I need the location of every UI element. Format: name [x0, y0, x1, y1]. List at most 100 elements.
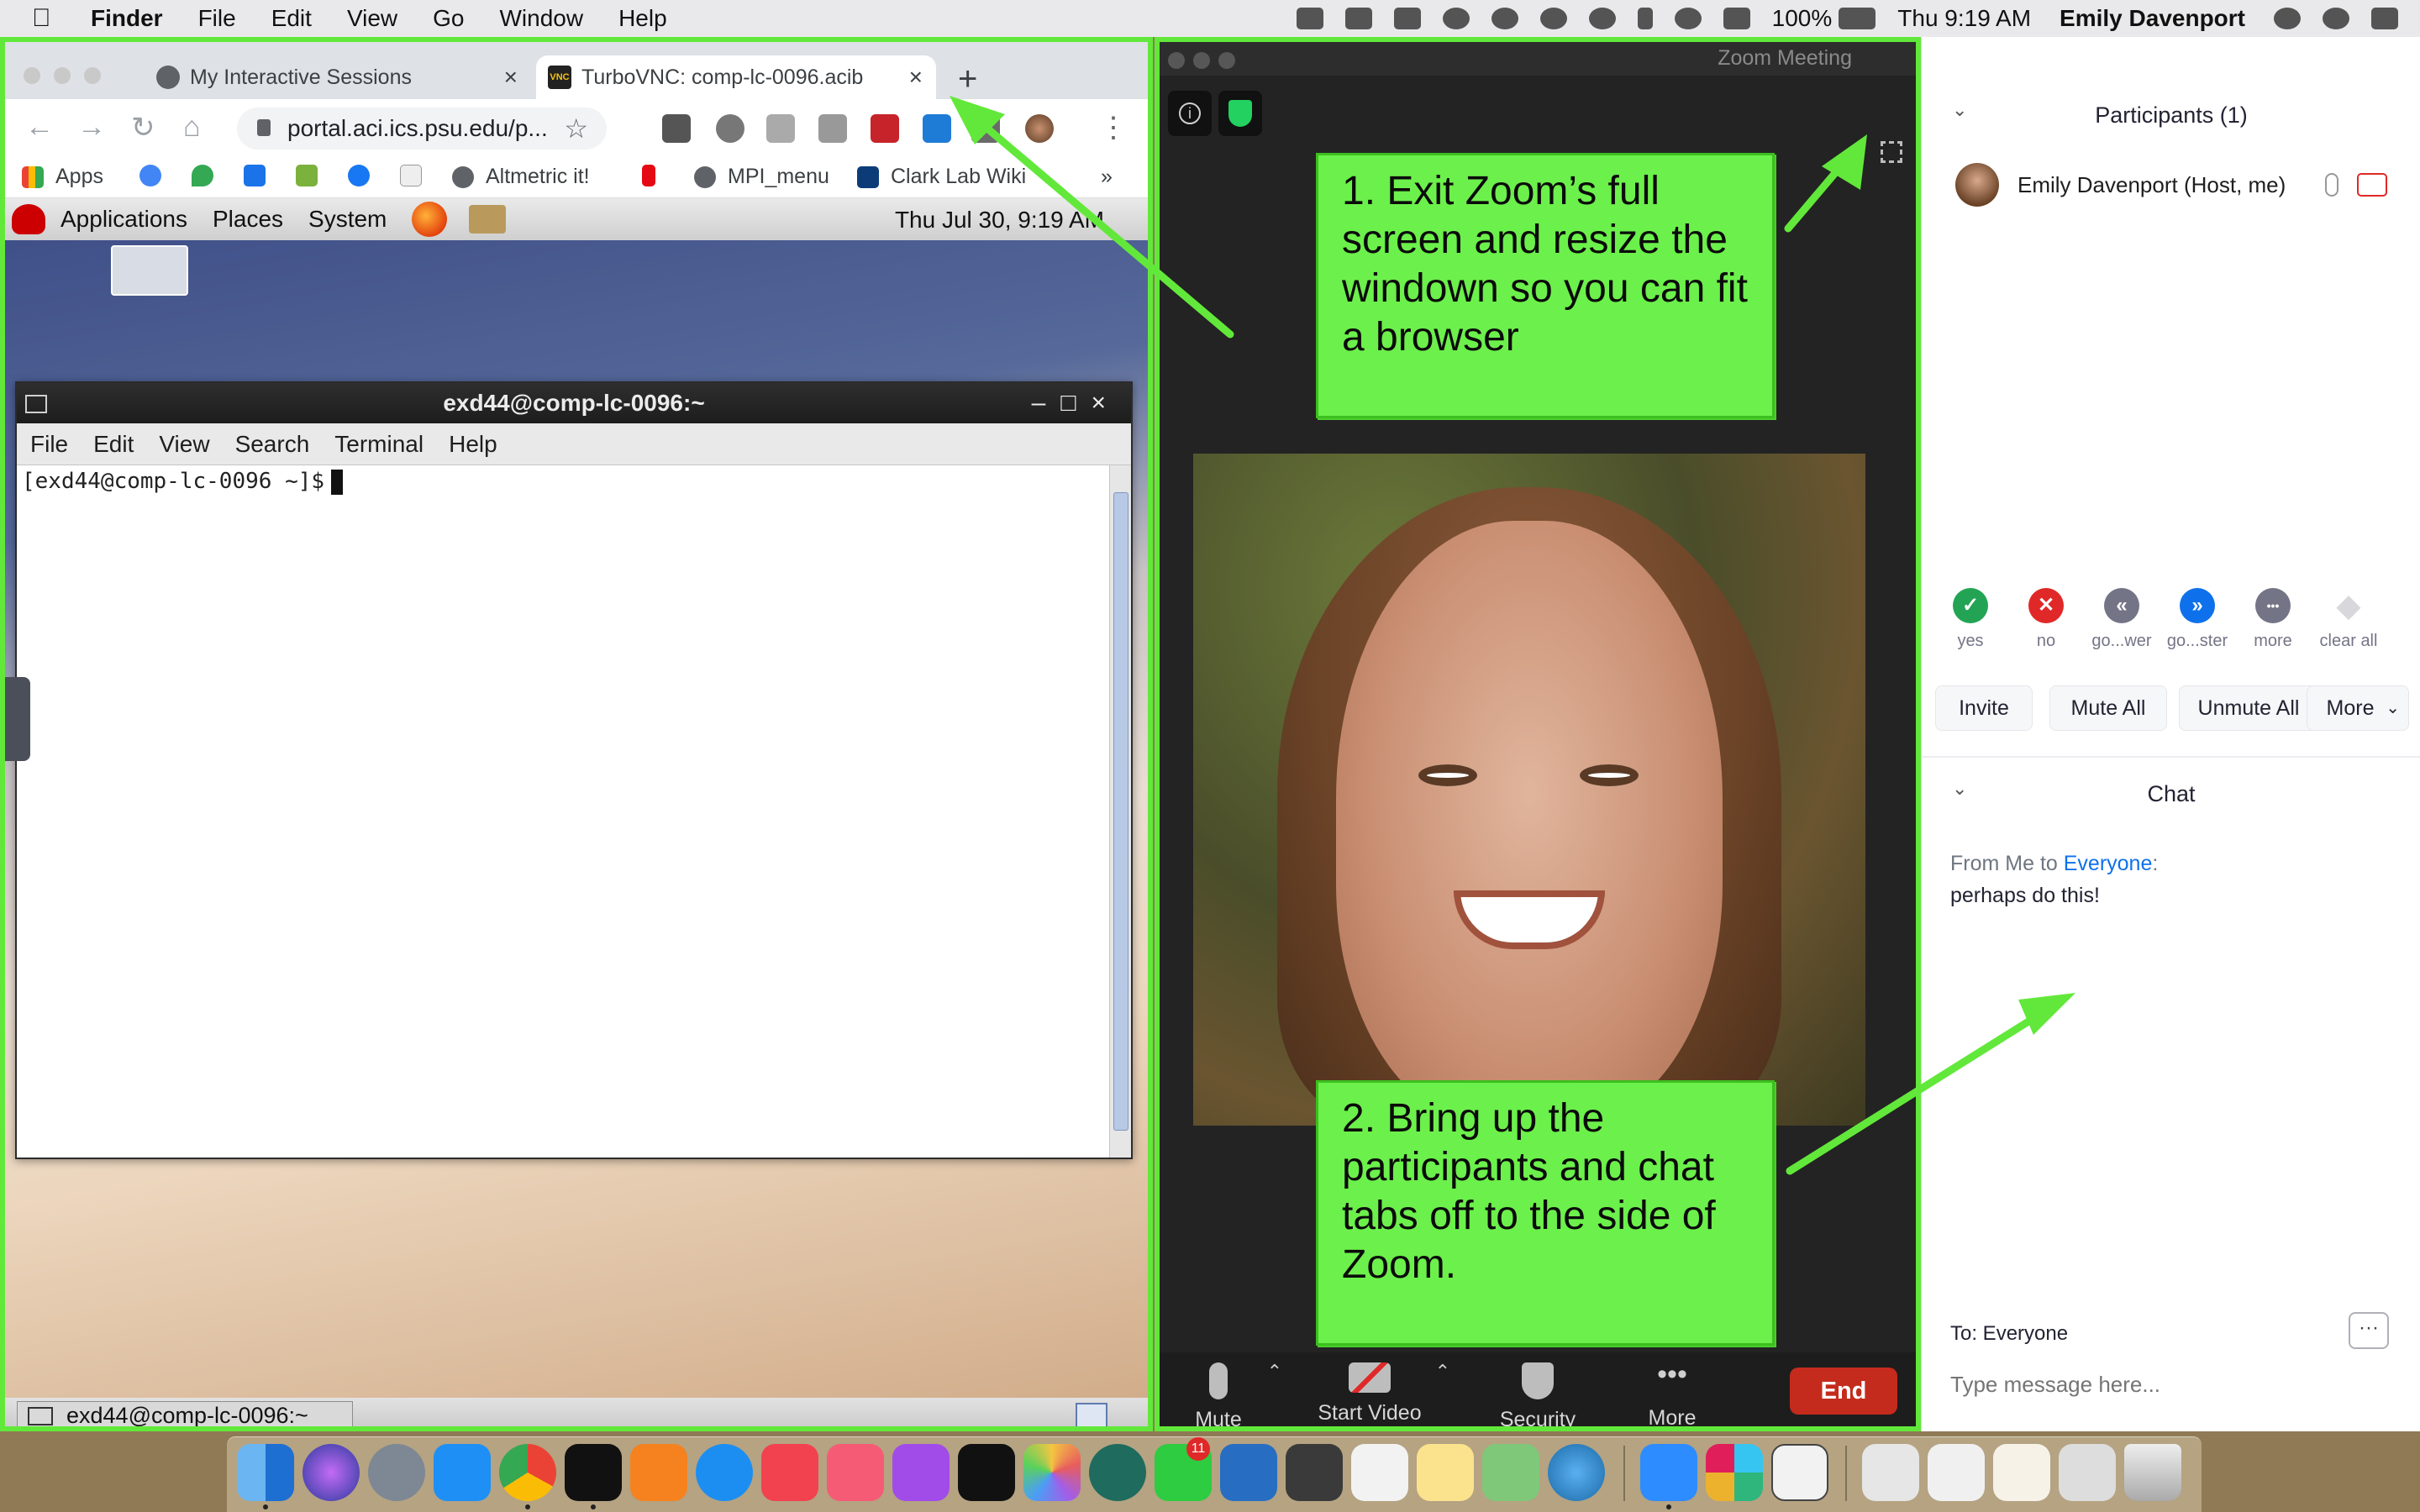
profile-avatar[interactable] [1025, 114, 1054, 143]
invite-button[interactable]: Invite [1935, 685, 2033, 731]
end-meeting-button[interactable]: End [1790, 1368, 1897, 1415]
terminal-menu-edit[interactable]: Edit [93, 431, 134, 458]
volume-icon[interactable] [1723, 8, 1750, 29]
terminal-scrollbar[interactable] [1109, 465, 1131, 1158]
extension-icon[interactable] [716, 114, 744, 143]
terminal-window-buttons[interactable]: –□× [1032, 383, 1121, 423]
terminal-menu-file[interactable]: File [30, 431, 68, 458]
address-bar[interactable]: portal.aci.ics.psu.edu/p... ☆ [237, 108, 607, 150]
chat-more-button[interactable]: ··· [2349, 1312, 2389, 1349]
apple-logo-icon[interactable]:  [32, 4, 66, 33]
mail-launcher-icon[interactable] [469, 205, 507, 234]
firefox-icon[interactable] [412, 202, 448, 237]
vnc-side-panel-handle[interactable] [5, 677, 30, 761]
window-minimize-button[interactable] [54, 67, 71, 84]
more-dropdown-button[interactable]: More ⌄ [2307, 685, 2409, 731]
zoom-app-icon[interactable] [1640, 1444, 1697, 1501]
new-tab-button[interactable]: + [958, 60, 977, 98]
photos-icon[interactable] [1023, 1444, 1081, 1501]
reaction-more[interactable]: ••• more [2239, 588, 2307, 651]
music-icon[interactable] [827, 1444, 884, 1501]
notification-center-icon[interactable] [2371, 8, 2398, 29]
computer-desktop-icon[interactable] [111, 245, 188, 296]
siri-icon[interactable] [2323, 8, 2349, 29]
terminal-app-icon[interactable] [565, 1444, 622, 1501]
document-stack-icon[interactable] [1928, 1444, 1985, 1501]
bookmark-maps[interactable] [192, 165, 225, 186]
menu-app-name[interactable]: Finder [91, 5, 163, 32]
chevron-up-icon[interactable]: ⌃ [1267, 1361, 1282, 1383]
bbedit-icon[interactable] [1771, 1444, 1828, 1501]
terminal-window[interactable]: exd44@comp-lc-0096:~ –□× File Edit View … [15, 381, 1133, 1159]
menu-help[interactable]: Help [618, 5, 667, 32]
drive-extension-icon[interactable] [818, 114, 847, 143]
encryption-shield-icon[interactable] [1218, 91, 1262, 136]
reaction-no[interactable]: ✕ no [2012, 588, 2080, 651]
acrobat-tray-icon[interactable] [1344, 8, 1372, 29]
reaction-yes[interactable]: ✓ yes [1937, 588, 2004, 651]
podcasts-icon[interactable] [892, 1444, 950, 1501]
close-icon[interactable]: × [504, 64, 518, 91]
bookmark-clark-lab-wiki[interactable]: Clark Lab Wiki [857, 165, 1026, 189]
taskbar-terminal-item[interactable]: exd44@comp-lc-0096:~ [17, 1401, 353, 1426]
notes-icon[interactable] [1417, 1444, 1474, 1501]
books-icon[interactable] [630, 1444, 687, 1501]
trash-icon[interactable] [2124, 1444, 2181, 1501]
time-machine-icon[interactable] [1588, 8, 1616, 29]
photo-booth-icon[interactable] [1286, 1444, 1343, 1501]
launchpad-icon[interactable] [368, 1444, 425, 1501]
window-close-button[interactable] [1168, 52, 1185, 69]
bookmark-mpi-menu[interactable]: MPI_menu [694, 165, 829, 189]
puzzle-icon[interactable] [971, 114, 1000, 143]
reload-icon[interactable]: ↻ [131, 111, 155, 144]
terminal-title-bar[interactable]: exd44@comp-lc-0096:~ –□× [17, 383, 1131, 423]
reaction-clear-all[interactable]: ◆ clear all [2315, 588, 2382, 651]
archive-file-icon[interactable] [1862, 1444, 1919, 1501]
scrollbar-thumb[interactable] [1113, 492, 1128, 1131]
menu-clock[interactable]: Thu 9:19 AM [1897, 5, 2031, 32]
chrome-icon[interactable] [499, 1444, 556, 1501]
maps-icon[interactable] [1482, 1444, 1539, 1501]
network-icon[interactable] [1548, 1444, 1605, 1501]
chat-message-input[interactable] [1950, 1366, 2404, 1403]
gnome-clock[interactable]: Thu Jul 30, 9:19 AM [895, 207, 1104, 234]
workspace-switcher[interactable] [1076, 1403, 1107, 1426]
chat-recipient-select[interactable]: To: Everyone [1950, 1322, 2068, 1346]
window-zoom-button[interactable] [84, 67, 101, 84]
window-close-button[interactable] [24, 67, 40, 84]
window-minimize-button[interactable] [1193, 52, 1210, 69]
menu-user-name[interactable]: Emily Davenport [2060, 5, 2245, 32]
gnome-menu-applications[interactable]: Applications [60, 206, 187, 233]
r-language-icon[interactable] [1220, 1444, 1277, 1501]
finder-icon[interactable] [237, 1444, 294, 1501]
bookmarks-overflow-button[interactable]: » [1101, 165, 1113, 189]
time-machine-icon[interactable] [1089, 1444, 1146, 1501]
menu-file[interactable]: File [198, 5, 236, 32]
bookmark-star-icon[interactable]: ☆ [564, 113, 588, 144]
bookmark-p[interactable] [400, 165, 434, 186]
bookmark-google[interactable] [139, 165, 173, 186]
forward-arrow-icon[interactable]: → [77, 111, 106, 144]
paypal-extension-icon[interactable] [662, 114, 691, 143]
reminders-icon[interactable] [1351, 1444, 1408, 1501]
terminal-output[interactable]: [exd44@comp-lc-0096 ~]$ [17, 465, 1109, 1158]
terminal-menu-terminal[interactable]: Terminal [334, 431, 424, 458]
battery-icon[interactable] [1839, 8, 1876, 29]
safari-icon[interactable] [696, 1444, 753, 1501]
spotlight-search-icon[interactable] [2274, 8, 2301, 29]
terminal-menu-search[interactable]: Search [235, 431, 310, 458]
dropbox-tray-icon[interactable] [1393, 8, 1421, 29]
bookmark-hypothesis[interactable] [296, 165, 329, 186]
bookmark-blue[interactable] [244, 165, 277, 186]
bookmark-altmetric[interactable]: Altmetric it! [452, 165, 590, 189]
news-icon[interactable] [761, 1444, 818, 1501]
gnome-menu-places[interactable]: Places [213, 206, 283, 233]
mute-button[interactable]: Mute ⌃ [1160, 1352, 1282, 1426]
siri-icon[interactable] [302, 1444, 360, 1501]
kebab-menu-icon[interactable]: ⋮ [1099, 111, 1128, 144]
menu-view[interactable]: View [347, 5, 397, 32]
menu-go[interactable]: Go [433, 5, 464, 32]
focus-tray-icon[interactable] [1491, 8, 1518, 29]
cloud-tray-icon[interactable] [1442, 8, 1470, 29]
chat-recipient-link[interactable]: Everyone [2064, 852, 2153, 875]
